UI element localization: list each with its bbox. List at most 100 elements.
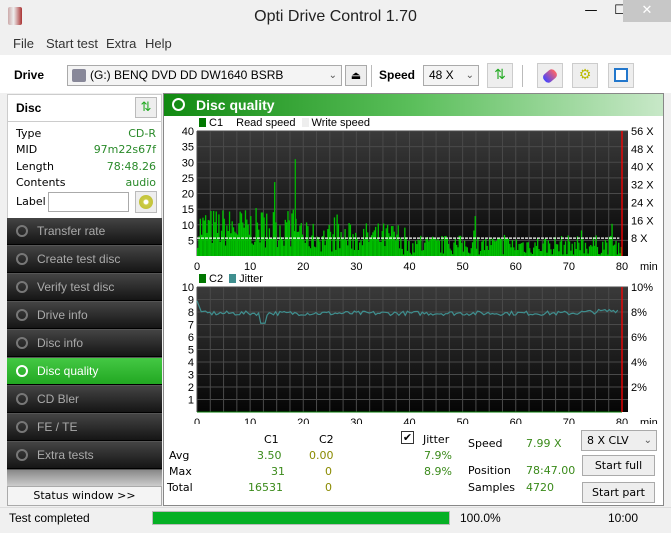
x-axis-label: min (640, 417, 658, 424)
c1-bar (228, 211, 231, 256)
c1-bar (437, 237, 439, 256)
test-speed-select[interactable]: 8 X CLV ⌄ (581, 430, 657, 451)
charts-svg: 5101520253035400 10 20 30 40 50 60 70 80 min8 X16… (182, 126, 658, 424)
c1-bar (487, 249, 490, 256)
jitter-checkbox[interactable]: ✔ (401, 431, 414, 444)
c1-bar (514, 250, 516, 256)
close-button[interactable]: ✕ (623, 0, 671, 22)
test-nav: Transfer rate Create test disc Verify te… (7, 218, 162, 486)
drive-select[interactable]: (G:) BENQ DVD DD DW1640 BSRB ⌄ (67, 65, 342, 86)
menu-start-test[interactable]: Start test (46, 36, 98, 51)
start-full-button[interactable]: Start full (582, 455, 655, 476)
max-c1: 31 (271, 465, 285, 478)
label-label: Label (16, 195, 46, 208)
nav-label: CD Bler (37, 392, 80, 406)
c1-bar (368, 241, 370, 256)
y-tick-label: 10 (182, 282, 194, 294)
write-label-button[interactable] (135, 191, 157, 213)
c1-bar (452, 254, 454, 256)
c1-bar (275, 222, 277, 256)
c1-bar (546, 252, 548, 256)
c1-bar (582, 239, 584, 256)
c1-bar (494, 241, 496, 256)
total-label: Total (167, 481, 193, 494)
c1-bar (280, 237, 282, 256)
c1-bar (382, 223, 385, 256)
c1-bar (568, 241, 571, 256)
status-window-button[interactable]: Status window >> (7, 486, 162, 506)
disc-info-icon (16, 337, 28, 349)
nav-fe-te[interactable]: FE / TE (7, 414, 162, 441)
c1-bar (438, 240, 441, 256)
c1-bar (329, 231, 332, 256)
c1-bar (359, 242, 361, 256)
c1-bar (339, 248, 341, 256)
c1-bar (398, 248, 401, 256)
c1-bar (428, 241, 430, 256)
save-button[interactable] (608, 63, 634, 88)
col-jitter: Jitter (423, 433, 450, 446)
c1-bar (591, 246, 593, 256)
c1-bar (380, 241, 382, 256)
c1-bar (390, 226, 393, 256)
speed-select[interactable]: 48 X ⌄ (423, 65, 479, 86)
nav-cd-bler[interactable]: CD Bler (7, 386, 162, 413)
disc-quality-panel: Disc quality C1 Read speed Write speed C… (163, 93, 664, 506)
c1-bar (266, 213, 268, 256)
c1-bar (457, 247, 459, 256)
c1-bar (598, 254, 600, 256)
progress-percent: 100.0% (460, 511, 501, 525)
c1-bar (616, 254, 619, 256)
menu-help[interactable]: Help (145, 36, 172, 51)
eject-button[interactable]: ⏏ (345, 65, 367, 86)
title-bar: Opti Drive Control 1.70 — ☐ ✕ (0, 0, 671, 33)
c1-bar (446, 237, 449, 256)
y2-tick-label: 6% (631, 332, 647, 344)
nav-extra-tests[interactable]: Extra tests (7, 442, 162, 469)
c1-bar (421, 250, 423, 256)
start-part-button[interactable]: Start part (582, 482, 655, 503)
disc-refresh-button[interactable]: ⇅ (135, 97, 157, 118)
c1-bar (600, 252, 603, 256)
x-tick-label: 10 (244, 417, 256, 424)
y2-tick-label: 16 X (631, 215, 654, 227)
c1-bar (305, 222, 308, 256)
c1-bar (417, 239, 419, 256)
c1-bar (575, 248, 577, 256)
mid-value: 97m22s67f (93, 143, 156, 156)
c1-bar (340, 232, 342, 256)
chevron-down-icon: ⌄ (643, 435, 652, 446)
nav-verify-test-disc[interactable]: Verify test disc (7, 274, 162, 301)
c1-bar (563, 244, 565, 256)
refresh-speed-button[interactable]: ⇅ (487, 63, 513, 88)
y-tick-label: 25 (182, 173, 194, 185)
c1-bar (473, 230, 475, 256)
c1-bar (442, 253, 445, 256)
c1-bar (614, 244, 616, 256)
c1-bar (276, 247, 279, 256)
label-input[interactable] (48, 192, 129, 212)
c1-bar (470, 248, 472, 256)
minimize-button[interactable]: — (576, 0, 606, 22)
nav-drive-info[interactable]: Drive info (7, 302, 162, 329)
c1-bar (542, 243, 544, 256)
c1-bar (440, 252, 442, 256)
menu-extra[interactable]: Extra (106, 36, 136, 51)
nav-disc-quality[interactable]: Disc quality (7, 358, 162, 385)
c1-bar (321, 235, 324, 256)
c1-bar (222, 210, 224, 256)
c1-bar (444, 236, 446, 256)
nav-create-test-disc[interactable]: Create test disc (7, 246, 162, 273)
erase-button[interactable] (537, 63, 563, 88)
c1-bar (466, 247, 468, 256)
max-c2: 0 (325, 465, 332, 478)
c1-bar (300, 223, 302, 256)
nav-disc-info[interactable]: Disc info (7, 330, 162, 357)
extra-tests-icon (16, 449, 28, 461)
nav-transfer-rate[interactable]: Transfer rate (7, 218, 162, 245)
settings-button[interactable]: ⚙ (572, 63, 598, 88)
c1-bar (304, 242, 306, 256)
c1-bar (325, 239, 328, 256)
menu-file[interactable]: File (13, 36, 34, 51)
nav-label: FE / TE (37, 420, 78, 434)
